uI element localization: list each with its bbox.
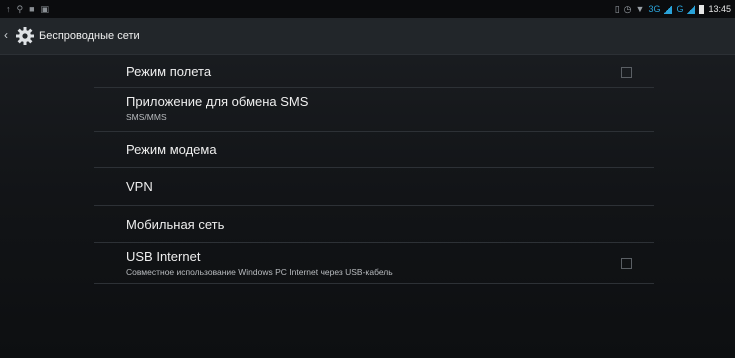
storage-icon: ■ xyxy=(29,4,35,14)
network-type-label: 3G xyxy=(648,4,661,14)
image-icon: ▣ xyxy=(40,4,50,14)
vpn-item[interactable]: VPN xyxy=(94,168,654,206)
action-bar: ‹ Беспроводные сети xyxy=(0,18,735,55)
item-title: Режим модема xyxy=(126,142,217,157)
item-title: USB Internet xyxy=(126,249,201,264)
system-icons: ▯ ◷ ▼ 3G G 13:45 xyxy=(615,3,731,15)
airplane-mode-item[interactable]: Режим полета xyxy=(94,56,654,88)
item-summary: Совместное использование Windows PC Inte… xyxy=(126,267,393,277)
page-title: Беспроводные сети xyxy=(39,30,140,42)
signal-icon xyxy=(664,4,673,14)
tethering-item[interactable]: Режим модема xyxy=(94,132,654,168)
usb-icon: ↑ xyxy=(6,4,11,14)
settings-screen: ↑ ⚲ ■ ▣ ▯ ◷ ▼ 3G G 13:45 ‹ Беспроводные … xyxy=(0,0,735,358)
usb-internet-item[interactable]: USB Internet Совместное использование Wi… xyxy=(94,243,654,284)
usb-internet-checkbox[interactable] xyxy=(621,258,632,269)
battery-icon xyxy=(699,4,705,14)
airplane-mode-checkbox[interactable] xyxy=(621,67,632,78)
settings-list: Режим полета Приложение для обмена SMS S… xyxy=(94,56,654,284)
search-icon: ⚲ xyxy=(16,4,24,14)
item-title: Режим полета xyxy=(126,64,212,79)
vibrate-icon: ▯ xyxy=(614,4,620,14)
wifi-icon: ▼ xyxy=(635,4,645,14)
clock: 13:45 xyxy=(708,4,731,14)
network-type-label-2: G xyxy=(676,4,684,14)
item-title: VPN xyxy=(126,179,153,194)
back-arrow-icon[interactable]: ‹ xyxy=(4,28,8,42)
notification-icons: ↑ ⚲ ■ ▣ xyxy=(6,3,49,15)
item-title: Мобильная сеть xyxy=(126,217,225,232)
alarm-icon: ◷ xyxy=(623,4,632,14)
item-summary: SMS/MMS xyxy=(126,112,167,122)
settings-gear-icon[interactable] xyxy=(15,26,35,46)
signal-icon-2 xyxy=(687,4,696,14)
status-bar: ↑ ⚲ ■ ▣ ▯ ◷ ▼ 3G G 13:45 xyxy=(0,0,735,18)
mobile-network-item[interactable]: Мобильная сеть xyxy=(94,206,654,243)
sms-app-item[interactable]: Приложение для обмена SMS SMS/MMS xyxy=(94,88,654,132)
item-title: Приложение для обмена SMS xyxy=(126,94,309,109)
